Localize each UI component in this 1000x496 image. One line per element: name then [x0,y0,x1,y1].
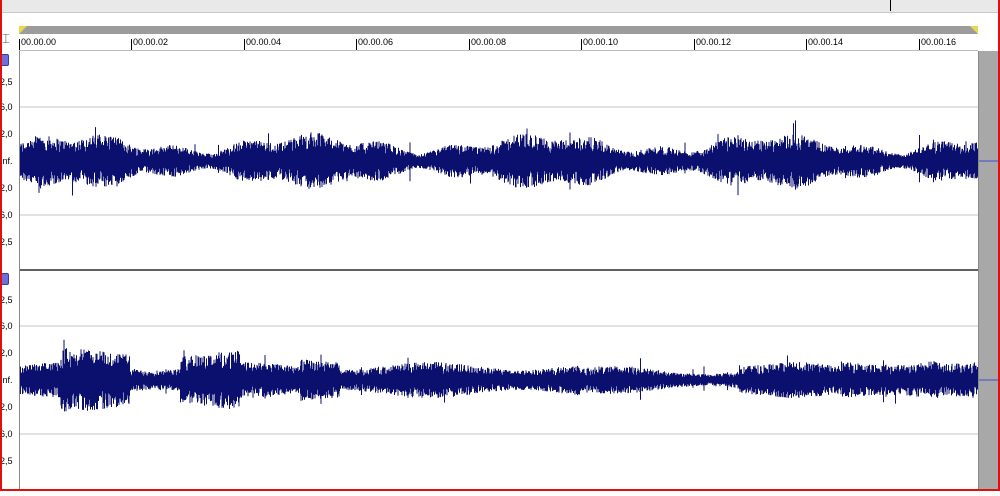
channel-toggle-icon[interactable] [0,273,9,285]
ruler-tick [919,39,920,50]
ruler-tick-label: 00.00.16 [921,37,957,47]
amplitude-scale: 2,5 6,0 2,0 Inf. 2,0 6,0 2,5 2,5 6,0 2,0… [0,51,20,491]
channel-1-waveform[interactable] [19,120,978,196]
db-label: 2,0 [0,402,13,412]
scrollbar-track[interactable] [979,51,999,491]
ruler-tick-label: 00.00.04 [246,37,282,47]
ruler-tick-label: 00.00.10 [583,37,619,47]
ruler-tick-label: 00.00.02 [133,37,169,47]
db-label: 6,0 [0,210,13,220]
db-label: 2,0 [0,183,13,193]
db-label: 6,0 [0,321,13,331]
ruler-tick [806,39,807,50]
db-label: 2,5 [0,237,13,247]
vertical-scrollbar[interactable] [978,51,999,491]
db-label: 2,5 [0,295,13,305]
ruler-tick [581,39,582,50]
ruler-tick [244,39,245,50]
ruler-tick-label: 00.00.06 [358,37,394,47]
ruler-tick [356,39,357,50]
audio-editor-window: ⌶ 00.00.00 00.00.02 00.00.04 00.00.06 00… [0,0,1000,491]
db-label: 6,0 [0,102,13,112]
loop-end-marker[interactable] [970,26,978,34]
top-toolbar-strip [0,0,1000,13]
db-label: 2,5 [0,456,13,466]
channel-toggle-icon[interactable] [0,54,9,66]
db-label: Inf. [0,156,13,166]
db-label: 2,5 [0,77,13,87]
ruler-tick [19,39,20,50]
vertical-zoom-icon[interactable]: ⌶ [2,32,10,47]
cursor-position-marker [890,0,891,11]
ruler-tick [694,39,695,50]
ruler-tick-label: 00.00.12 [696,37,732,47]
channel-2-waveform[interactable] [19,339,978,412]
waveform-display[interactable] [19,51,978,491]
ruler-tick [131,39,132,50]
ruler-tick-label: 00.00.14 [808,37,844,47]
ruler-tick [469,39,470,50]
ruler-tick-label: 00.00.08 [471,37,507,47]
time-ruler[interactable]: 00.00.00 00.00.02 00.00.04 00.00.06 00.0… [19,34,978,51]
loop-region-bar[interactable] [19,26,978,34]
db-label: 2,0 [0,348,13,358]
db-label: 6,0 [0,429,13,439]
loop-start-marker[interactable] [19,26,27,34]
db-label: Inf. [0,375,13,385]
db-label: 2,0 [0,129,13,139]
ruler-tick-label: 00.00.00 [21,37,57,47]
waveform-canvas[interactable] [19,51,978,491]
